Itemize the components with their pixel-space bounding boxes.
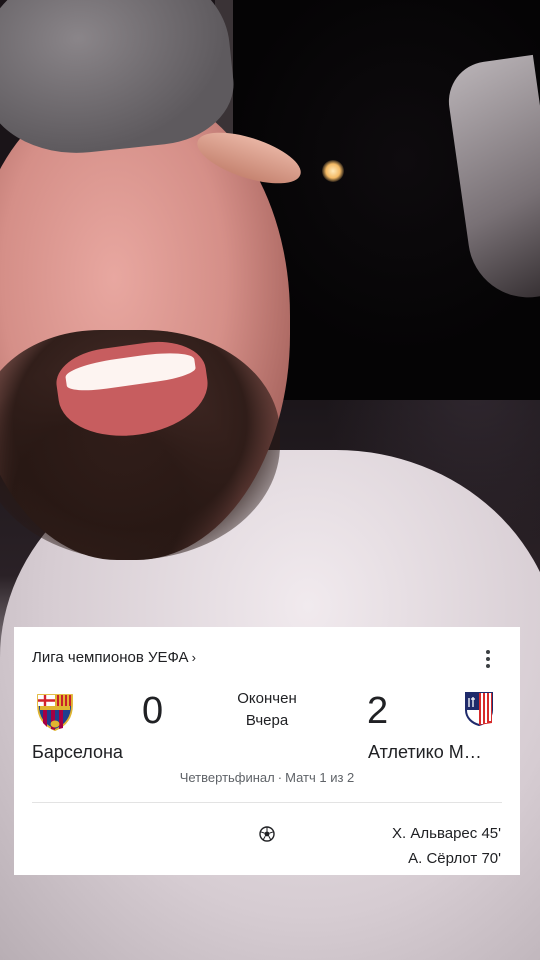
away-team-name[interactable]: Атлетико М…: [368, 742, 482, 763]
match-result-card[interactable]: Лига чемпионов УЕФА › 0 Окончен Вчера 2 Б…: [14, 627, 520, 875]
leg-label: Матч 1 из 2: [285, 770, 355, 785]
match-status: Окончен: [237, 690, 297, 707]
atletico-madrid-crest-icon: [465, 692, 493, 726]
fc-barcelona-crest-icon: [37, 694, 73, 731]
match-stage: Четвертьфинал · Матч 1 из 2: [14, 770, 520, 785]
match-date: Вчера: [245, 712, 289, 729]
separator-dot: ·: [277, 770, 283, 785]
away-goal-scorer: А. Сёрлот 70': [408, 850, 501, 867]
soccer-ball-icon: [259, 826, 275, 842]
home-score: 0: [142, 690, 164, 732]
divider: [32, 802, 502, 803]
street-light: [322, 160, 344, 182]
away-score: 2: [367, 690, 389, 732]
stage-label: Четвертьфинал: [179, 770, 275, 785]
chevron-right-icon: ›: [191, 650, 196, 665]
away-goal-scorer: Х. Альварес 45': [392, 825, 501, 842]
card-header: Лига чемпионов УЕФА ›: [32, 649, 506, 669]
home-team-name[interactable]: Барселона: [32, 742, 123, 763]
league-link[interactable]: Лига чемпионов УЕФА ›: [32, 649, 196, 666]
league-name: Лига чемпионов УЕФА: [32, 649, 189, 666]
more-options-icon[interactable]: [480, 647, 496, 669]
